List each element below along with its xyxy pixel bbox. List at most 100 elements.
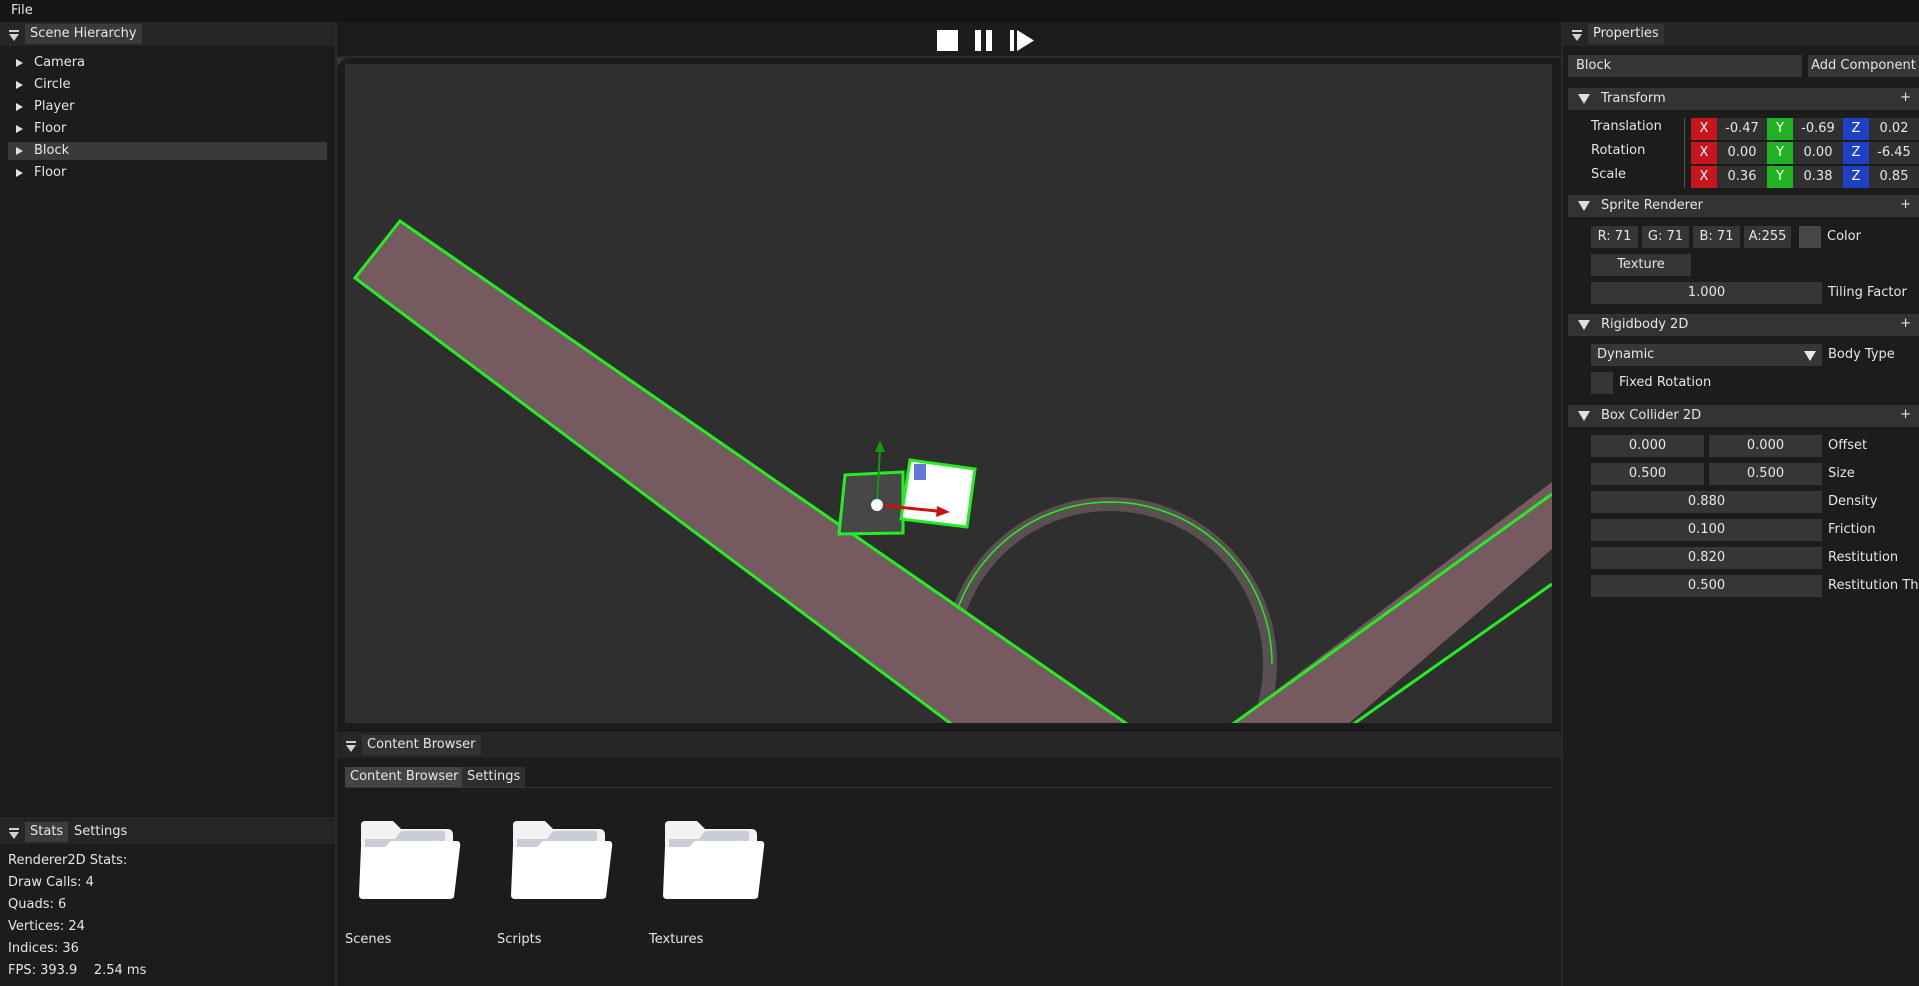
menu-file[interactable]: File	[11, 3, 33, 18]
rotation-y-field[interactable]: 0.00	[1793, 142, 1843, 164]
rigidbody-section-header[interactable]: Rigidbody 2D +	[1568, 314, 1919, 336]
tab-content-browser-title[interactable]: Content Browser	[362, 735, 481, 755]
stat-quads: Quads: 6	[8, 897, 67, 912]
folder-scripts[interactable]	[509, 817, 619, 937]
add-component-button[interactable]: Add Component	[1808, 55, 1919, 77]
rotation-y-reset[interactable]: Y	[1767, 142, 1793, 164]
offset-y-field[interactable]: 0.000	[1709, 435, 1822, 457]
translation-z-field[interactable]: 0.02	[1869, 118, 1919, 140]
restitution-field[interactable]: 0.820	[1591, 547, 1822, 569]
component-settings-button[interactable]: +	[1900, 197, 1911, 212]
tab-cb-settings[interactable]: Settings	[462, 767, 526, 787]
translation-y-field[interactable]: -0.69	[1793, 118, 1843, 140]
rotation-x-reset[interactable]: X	[1691, 142, 1717, 164]
translation-z-reset[interactable]: Z	[1843, 118, 1869, 140]
collapse-arrow-icon[interactable]	[1578, 94, 1590, 104]
component-settings-button[interactable]: +	[1900, 316, 1911, 331]
translation-label: Translation	[1591, 119, 1662, 134]
offset-x-field[interactable]: 0.000	[1591, 435, 1704, 457]
stop-icon[interactable]	[937, 30, 958, 51]
floor-entity-left[interactable]	[352, 218, 1185, 723]
tab-properties[interactable]: Properties	[1588, 24, 1664, 44]
tree-item-block[interactable]: Block	[8, 142, 327, 160]
tree-item-player[interactable]: Player	[8, 98, 327, 116]
step-icon[interactable]	[1010, 30, 1034, 51]
scale-x-field[interactable]: 0.36	[1717, 166, 1767, 188]
menu-bar: File	[0, 0, 1919, 22]
collapse-icon[interactable]	[9, 30, 19, 41]
block-entity[interactable]	[837, 470, 905, 536]
scale-z-reset[interactable]: Z	[1843, 166, 1869, 188]
rotation-x-field[interactable]: 0.00	[1717, 142, 1767, 164]
tab-settings[interactable]: Settings	[69, 822, 132, 842]
friction-field[interactable]: 0.100	[1591, 519, 1822, 541]
expand-arrow-icon[interactable]	[16, 125, 23, 133]
section-title: Sprite Renderer	[1601, 198, 1704, 213]
sprite-renderer-section-header[interactable]: Sprite Renderer +	[1568, 195, 1919, 217]
collapse-arrow-icon[interactable]	[1578, 411, 1590, 421]
scale-x-reset[interactable]: X	[1691, 166, 1717, 188]
component-settings-button[interactable]: +	[1900, 407, 1911, 422]
tree-item-circle[interactable]: Circle	[8, 76, 327, 94]
scale-y-reset[interactable]: Y	[1767, 166, 1793, 188]
collapse-arrow-icon[interactable]	[1578, 201, 1590, 211]
stat-vertices: Vertices: 24	[8, 919, 85, 934]
expand-arrow-icon[interactable]	[16, 103, 23, 111]
tab-scene-hierarchy[interactable]: Scene Hierarchy	[25, 24, 142, 44]
tree-item-camera[interactable]: Camera	[8, 54, 327, 72]
expand-arrow-icon[interactable]	[16, 147, 23, 155]
texture-button[interactable]: Texture	[1591, 254, 1691, 276]
folder-label-scripts: Scripts	[497, 932, 542, 947]
expand-arrow-icon[interactable]	[16, 59, 23, 67]
tab-stats[interactable]: Stats	[25, 822, 69, 842]
color-g-field[interactable]: G: 71	[1642, 226, 1689, 248]
rotation-z-reset[interactable]: Z	[1843, 142, 1869, 164]
density-field[interactable]: 0.880	[1591, 491, 1822, 513]
size-x-field[interactable]: 0.500	[1591, 463, 1704, 485]
color-a-field[interactable]: A:255	[1744, 226, 1791, 248]
size-label: Size	[1828, 466, 1855, 481]
restitution-threshold-field[interactable]: 0.500	[1591, 575, 1822, 597]
chevron-down-icon[interactable]	[1804, 351, 1816, 361]
offset-label: Offset	[1828, 438, 1868, 453]
transform-section-header[interactable]: Transform +	[1568, 88, 1919, 110]
translation-x-reset[interactable]: X	[1691, 118, 1717, 140]
color-b-field[interactable]: B: 71	[1693, 226, 1740, 248]
dock-corner-icon[interactable]	[337, 58, 345, 66]
body-type-select[interactable]: Dynamic	[1591, 344, 1822, 366]
stats-heading: Renderer2D Stats:	[8, 853, 128, 868]
entity-name-input[interactable]: Block	[1568, 55, 1802, 77]
scale-z-field[interactable]: 0.85	[1869, 166, 1919, 188]
color-r-field[interactable]: R: 71	[1591, 226, 1638, 248]
scene-canvas[interactable]	[345, 64, 1552, 723]
tiling-factor-field[interactable]: 1.000	[1591, 282, 1822, 304]
tree-item-floor-2[interactable]: Floor	[8, 164, 327, 182]
size-y-field[interactable]: 0.500	[1709, 463, 1822, 485]
collapse-icon[interactable]	[1572, 30, 1582, 41]
box-collider-section-header[interactable]: Box Collider 2D +	[1568, 405, 1919, 427]
content-browser-panel: Content Browser Content Browser Settings…	[337, 732, 1561, 986]
rotation-z-field[interactable]: -6.45	[1869, 142, 1919, 164]
fixed-rotation-label: Fixed Rotation	[1619, 375, 1712, 390]
folder-scenes[interactable]	[357, 817, 467, 937]
collapse-icon[interactable]	[9, 828, 19, 839]
tab-content-browser[interactable]: Content Browser	[345, 767, 464, 787]
density-label: Density	[1828, 494, 1878, 509]
folder-label-textures: Textures	[649, 932, 704, 947]
scene-viewport[interactable]	[345, 64, 1552, 723]
scale-y-field[interactable]: 0.38	[1793, 166, 1843, 188]
tree-item-floor[interactable]: Floor	[8, 120, 327, 138]
pause-icon[interactable]	[975, 30, 992, 51]
color-swatch[interactable]	[1799, 226, 1821, 248]
expand-arrow-icon[interactable]	[16, 81, 23, 89]
player-entity[interactable]	[899, 458, 977, 529]
translation-x-field[interactable]: -0.47	[1717, 118, 1767, 140]
expand-arrow-icon[interactable]	[16, 169, 23, 177]
translation-y-reset[interactable]: Y	[1767, 118, 1793, 140]
folder-textures[interactable]	[661, 817, 771, 937]
component-settings-button[interactable]: +	[1900, 90, 1911, 105]
tree-item-label: Floor	[34, 121, 67, 136]
collapse-icon[interactable]	[346, 741, 356, 752]
collapse-arrow-icon[interactable]	[1578, 320, 1590, 330]
fixed-rotation-checkbox[interactable]	[1591, 372, 1613, 394]
